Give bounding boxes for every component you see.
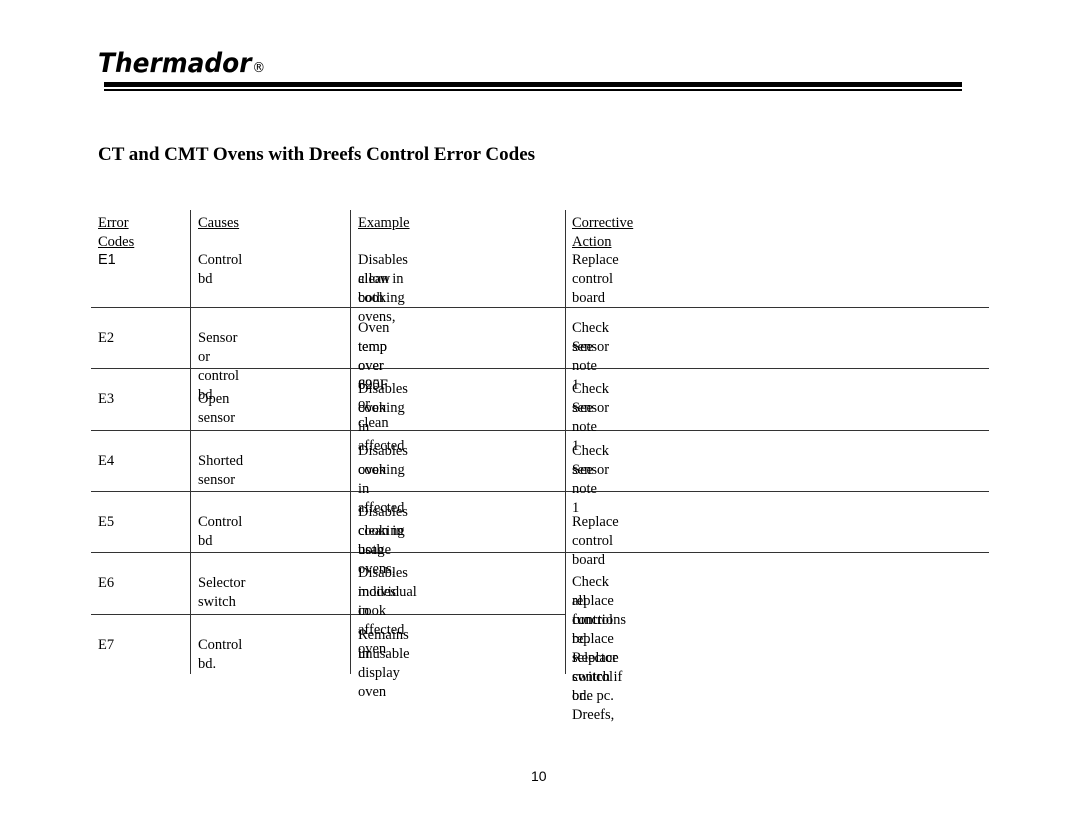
cause: Control bd [198,514,243,549]
corrective-action-line: See note 1 [572,462,597,516]
cause: Shorted sensor [198,453,244,488]
corrective-action-line: replace control bd. Replace control bd. [572,593,619,704]
error-code: E7 [98,637,115,653]
error-code: E4 [98,453,115,469]
row-divider [91,614,566,615]
registered-mark: ® [252,60,266,76]
header-rule-thick [104,82,962,87]
cause: Open sensor [198,391,236,426]
column-divider [565,210,566,674]
cause: Control bd [198,252,243,287]
header-rule-thin [104,89,962,91]
brand-logo: Thermador® [98,48,265,79]
column-divider [350,210,351,674]
example-line: unusable [358,646,410,662]
row-divider [91,491,989,492]
example-line: cooking usage [358,523,405,558]
corrective-action-line: Replace control board [572,252,619,306]
error-code: E2 [98,330,115,346]
brand-name: Thermador [98,48,252,79]
cause: Selector switch [198,575,246,610]
error-code: E5 [98,514,115,530]
row-divider [91,307,989,308]
row-divider [91,552,989,553]
row-divider [91,430,989,431]
example-line: allow cooking [358,271,405,306]
page-number: 10 [531,768,547,784]
cause: Control bd. [198,637,243,672]
column-divider [190,210,191,674]
example-line: oven [358,462,387,478]
column-header-example: Example [358,215,410,231]
column-header-error-codes: Error Codes [98,215,135,250]
example-line: oven [358,400,387,416]
error-code: E6 [98,575,115,591]
error-code: E1 [98,252,116,268]
error-code: E3 [98,391,115,407]
page-title: CT and CMT Ovens with Dreefs Control Err… [98,144,536,165]
corrective-action-line: Replace control board [572,514,619,568]
column-header-causes: Causes [198,215,240,231]
example-line: Remains in display oven [358,627,409,700]
column-header-corrective-action: Corrective Action [572,215,634,250]
